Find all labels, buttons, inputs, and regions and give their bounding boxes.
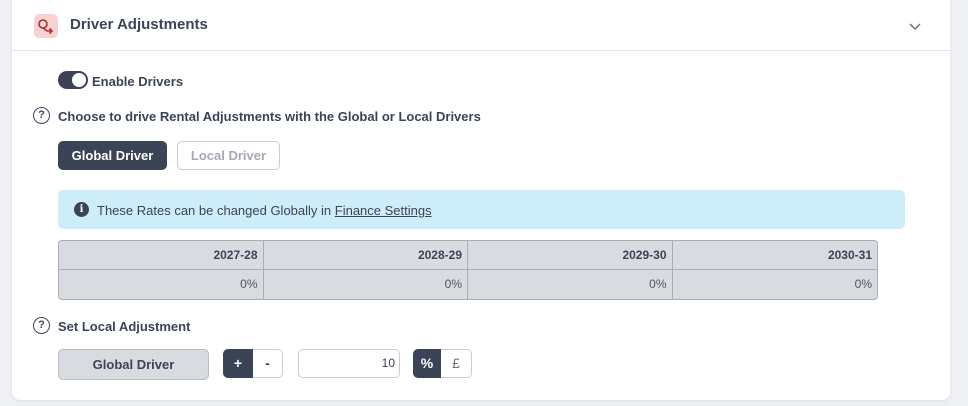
minus-button[interactable]: -	[253, 349, 283, 378]
driver-adjustments-panel: Driver Adjustments Enable Drivers ? Choo…	[12, 0, 950, 400]
panel-header[interactable]: Driver Adjustments	[12, 0, 950, 51]
enable-drivers-toggle[interactable]	[58, 71, 88, 89]
driver-adjustments-icon	[34, 14, 58, 38]
percent-button[interactable]: %	[413, 349, 441, 378]
rate-value: 0%	[468, 270, 673, 299]
local-adjustment-label: Set Local Adjustment	[58, 319, 191, 334]
plus-button[interactable]: +	[223, 349, 253, 378]
chevron-down-icon[interactable]	[909, 18, 921, 36]
info-text: These Rates can be changed Globally in F…	[97, 203, 432, 218]
rate-value: 0%	[264, 270, 468, 299]
rate-value: 0%	[59, 270, 264, 299]
driver-choice-label: Choose to drive Rental Adjustments with …	[58, 109, 481, 124]
finance-settings-link[interactable]: Finance Settings	[335, 203, 432, 218]
rate-value: 0%	[854, 277, 872, 291]
info-icon: i	[74, 202, 89, 217]
help-icon[interactable]: ?	[33, 317, 50, 334]
info-banner: i These Rates can be changed Globally in…	[58, 190, 905, 229]
global-driver-select[interactable]: Global Driver	[58, 349, 209, 380]
global-driver-button[interactable]: Global Driver	[58, 141, 167, 170]
rate-header: 2029-30	[468, 241, 673, 270]
rate-header: 2027-28	[59, 241, 264, 270]
rate-header: 2028-29	[263, 241, 468, 270]
rates-table: 2027-28 2028-29 2029-30 2030-31 0% 0% 0%…	[58, 240, 878, 300]
panel-title: Driver Adjustments	[70, 16, 208, 33]
info-message: These Rates can be changed Globally in	[97, 203, 335, 218]
local-driver-button[interactable]: Local Driver	[177, 141, 280, 170]
enable-drivers-label: Enable Drivers	[92, 74, 184, 89]
adjustment-value-input[interactable]: 10	[298, 349, 400, 378]
rate-header: 2030-31	[672, 241, 877, 270]
pound-button[interactable]: £	[441, 349, 472, 378]
help-icon[interactable]: ?	[33, 107, 50, 124]
